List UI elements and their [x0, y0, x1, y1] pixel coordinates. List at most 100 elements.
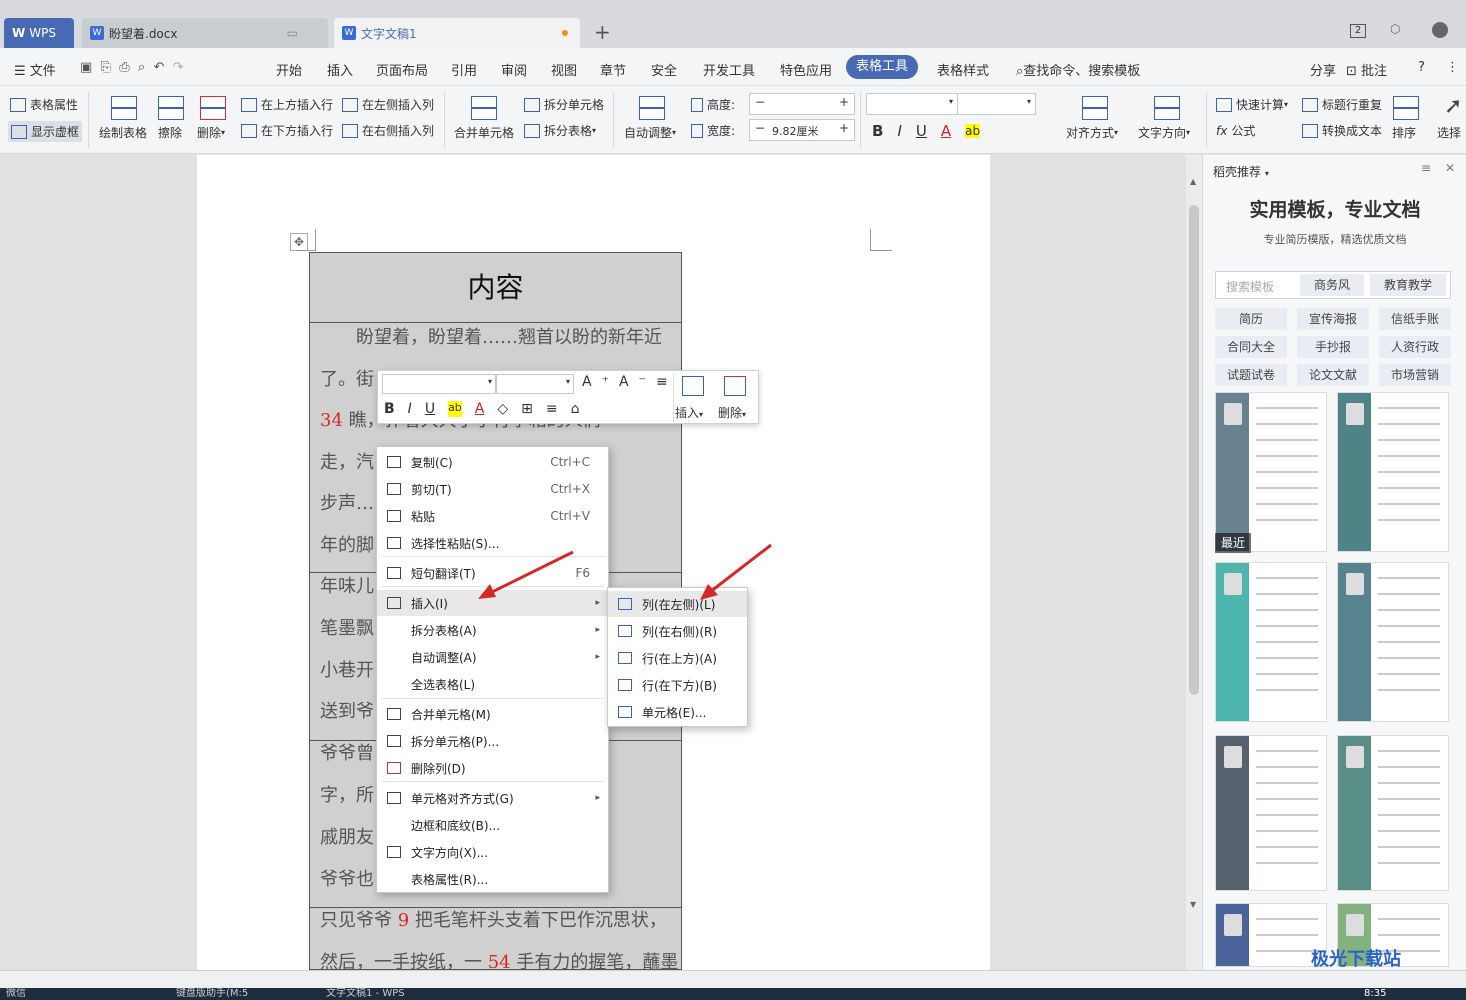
- font-name-select[interactable]: ▾: [866, 93, 958, 115]
- document-tab-2[interactable]: W 文字文稿1: [334, 18, 580, 48]
- monitor-icon[interactable]: ▭: [287, 26, 298, 40]
- context-menu-item[interactable]: 自动调整(A) ▸: [377, 644, 608, 670]
- context-menu-item[interactable]: 表格属性(R)...: [377, 866, 608, 892]
- panel-title[interactable]: 稻壳推荐 ▾: [1213, 163, 1269, 180]
- menu-features[interactable]: 特色应用: [780, 60, 832, 79]
- menu-start[interactable]: 开始: [276, 60, 302, 79]
- taskbar-app-1[interactable]: 键盘版助手(M:5: [176, 988, 248, 1000]
- scroll-up-icon[interactable]: ▲: [1190, 177, 1196, 186]
- category-tag[interactable]: 手抄报: [1297, 336, 1369, 358]
- insert-col-right-button[interactable]: 在右侧插入列: [342, 122, 434, 139]
- auto-adjust-button[interactable]: 自动调整 ▾: [624, 124, 676, 141]
- mini-font-select[interactable]: ▾: [382, 374, 496, 394]
- align-button[interactable]: 对齐方式 ▾: [1066, 124, 1118, 141]
- menu-view[interactable]: 视图: [551, 60, 577, 79]
- comment-button[interactable]: ⊡ 批注: [1346, 60, 1387, 79]
- font-size-select[interactable]: ▾: [957, 93, 1036, 115]
- template-thumbnail[interactable]: [1337, 562, 1449, 722]
- context-menu-item[interactable]: 单元格对齐方式(G) ▸: [377, 785, 608, 811]
- plus-icon[interactable]: +: [839, 121, 849, 135]
- context-menu-item[interactable]: 文字方向(X)...: [377, 839, 608, 865]
- document-scrollbar[interactable]: ▲ ▼: [1186, 155, 1202, 970]
- scroll-thumb[interactable]: [1189, 205, 1199, 695]
- menu-chapter[interactable]: 章节: [600, 60, 626, 79]
- bold-icon[interactable]: B: [384, 401, 395, 417]
- insert-row-below-button[interactable]: 在下方插入行: [241, 122, 333, 139]
- save-icon[interactable]: ▣: [80, 60, 92, 75]
- submenu-item[interactable]: 行(在上方)(A): [608, 645, 747, 671]
- category-tag[interactable]: 论文文献: [1297, 364, 1369, 386]
- template-thumbnail[interactable]: [1215, 735, 1327, 891]
- panel-close-icon[interactable]: ✕: [1445, 161, 1455, 175]
- template-thumbnail[interactable]: [1337, 735, 1449, 891]
- underline-icon[interactable]: U: [425, 401, 435, 417]
- width-value[interactable]: 9.82厘米: [772, 123, 819, 139]
- tag-education[interactable]: 教育教学: [1370, 274, 1446, 296]
- scroll-down-icon[interactable]: ▼: [1190, 900, 1196, 909]
- width-stepper[interactable]: −9.82厘米 +: [749, 119, 855, 141]
- split-cells-button[interactable]: 拆分单元格: [524, 96, 604, 113]
- sort-button[interactable]: 排序: [1392, 124, 1416, 141]
- taskbar-app-2[interactable]: 文字文稿1 - WPS: [326, 988, 405, 1000]
- submenu-item[interactable]: 列(在右侧)(R): [608, 618, 747, 644]
- italic-icon[interactable]: I: [897, 122, 901, 140]
- skin-icon[interactable]: ⬡: [1390, 22, 1400, 36]
- line-spacing-icon[interactable]: ≡: [656, 374, 678, 390]
- document-tab-1[interactable]: W 盼望着.docx ▭: [82, 18, 328, 48]
- wps-home-tab[interactable]: W WPS: [4, 18, 74, 48]
- share-button[interactable]: 分享: [1310, 60, 1336, 79]
- grow-font-icon[interactable]: A⁺: [582, 374, 619, 390]
- export-icon[interactable]: ⎘: [101, 60, 111, 75]
- category-tag[interactable]: 人资行政: [1379, 336, 1451, 358]
- font-color-icon[interactable]: A: [941, 122, 951, 140]
- highlight-icon[interactable]: ab: [448, 401, 462, 417]
- header-repeat-button[interactable]: 标题行重复: [1302, 96, 1382, 113]
- border-icon[interactable]: ⊞: [521, 401, 533, 417]
- avatar[interactable]: [1432, 22, 1448, 38]
- menu-insert[interactable]: 插入: [327, 60, 353, 79]
- taskbar-left[interactable]: 微信: [6, 988, 26, 1000]
- mini-delete-button[interactable]: 删除▾: [718, 404, 746, 421]
- minus-icon[interactable]: −: [755, 95, 765, 109]
- template-search-box[interactable]: 搜索模板 商务风 教育教学: [1215, 271, 1451, 299]
- help-button[interactable]: ?: [1418, 60, 1425, 75]
- underline-icon[interactable]: U: [916, 122, 927, 140]
- italic-icon[interactable]: I: [408, 401, 412, 417]
- select-button[interactable]: 选择: [1437, 124, 1461, 141]
- template-thumbnail[interactable]: [1215, 392, 1327, 552]
- more-icon[interactable]: ⋮: [1446, 60, 1459, 75]
- file-menu[interactable]: ☰ 文件: [14, 60, 56, 79]
- formula-button[interactable]: fx 公式: [1216, 122, 1255, 139]
- delete-button[interactable]: 删除 ▾: [197, 124, 225, 141]
- eraser-icon[interactable]: ⌂: [571, 401, 580, 417]
- command-search[interactable]: ⌕查找命令、搜索模板: [1016, 60, 1140, 79]
- category-tag[interactable]: 宣传海报: [1297, 308, 1369, 330]
- mini-size-select[interactable]: ▾: [496, 374, 574, 394]
- font-color-icon[interactable]: A: [475, 401, 485, 417]
- context-menu-item[interactable]: 拆分表格(A) ▸: [377, 617, 608, 643]
- tag-business[interactable]: 商务风: [1300, 274, 1364, 296]
- split-table-button[interactable]: 拆分表格 ▾: [524, 122, 596, 139]
- text-direction-button[interactable]: 文字方向 ▾: [1138, 124, 1190, 141]
- menu-devtools[interactable]: 开发工具: [703, 60, 755, 79]
- submenu-item[interactable]: 单元格(E)...: [608, 699, 747, 725]
- menu-table-style[interactable]: 表格样式: [937, 60, 989, 79]
- category-tag[interactable]: 合同大全: [1215, 336, 1287, 358]
- height-stepper[interactable]: − +: [749, 93, 855, 115]
- template-thumbnail[interactable]: [1215, 562, 1327, 722]
- draw-table-button[interactable]: 绘制表格: [99, 124, 147, 141]
- template-thumbnail[interactable]: [1337, 392, 1449, 552]
- convert-to-text-button[interactable]: 转换成文本: [1302, 122, 1382, 139]
- preview-icon[interactable]: ⌕: [138, 60, 145, 75]
- show-grid-toggle[interactable]: 显示虚框: [8, 121, 83, 142]
- context-menu-item[interactable]: 拆分单元格(P)...: [377, 728, 608, 754]
- menu-reference[interactable]: 引用: [451, 60, 477, 79]
- context-menu-item[interactable]: 复制(C) Ctrl+C: [377, 449, 608, 475]
- redo-icon[interactable]: ↷: [173, 60, 184, 75]
- insert-row-above-button[interactable]: 在上方插入行: [241, 96, 333, 113]
- context-menu-item[interactable]: 剪切(T) Ctrl+X: [377, 476, 608, 502]
- new-tab-button[interactable]: +: [594, 20, 611, 44]
- erase-button[interactable]: 擦除: [158, 124, 182, 141]
- window-count-badge[interactable]: 2: [1350, 24, 1366, 38]
- menu-layout[interactable]: 页面布局: [376, 60, 428, 79]
